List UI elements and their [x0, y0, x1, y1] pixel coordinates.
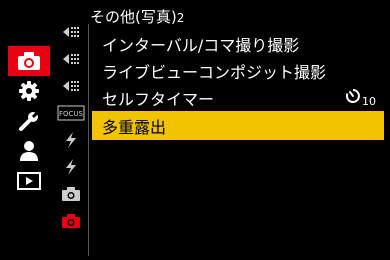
tab-my-menu[interactable] [8, 136, 50, 166]
photo-style-icon [62, 51, 80, 67]
focus-icon: FOCUS [57, 105, 85, 121]
tab-custom[interactable] [8, 76, 50, 106]
self-timer-value: 10 [345, 88, 376, 108]
sub-tab-other-1[interactable] [54, 180, 88, 207]
sub-tab-3[interactable] [54, 72, 88, 99]
menu-item-label: セルフタイマー [102, 89, 215, 109]
page-number: 2 [176, 11, 185, 25]
sub-tab-2[interactable] [54, 45, 88, 72]
tab-photo[interactable] [8, 46, 50, 76]
column-divider [88, 24, 89, 256]
flash-icon [64, 131, 78, 149]
self-timer-seconds: 10 [362, 94, 376, 108]
main-category-tabs [8, 46, 50, 196]
menu-item-multiple-exposure[interactable]: 多重露出 [92, 111, 384, 140]
camera-menu-screen: その他(写真)2 FOCUS インターバル/コマ撮り撮影 ライブビューコンポジッ… [0, 0, 390, 260]
sub-tab-1[interactable] [54, 18, 88, 45]
focus-icon-label: FOCUS [59, 110, 84, 118]
sub-tab-other-2[interactable] [54, 207, 88, 234]
camera-small-icon [61, 213, 81, 229]
flash-icon [64, 158, 78, 176]
sub-tab-flash-1[interactable] [54, 126, 88, 153]
menu-item-live-view-composite[interactable]: ライブビューコンポジット撮影 [92, 57, 384, 84]
page-title: その他(写真)2 [90, 6, 184, 27]
menu-item-label: 多重露出 [102, 117, 167, 137]
tab-playback[interactable] [8, 166, 50, 196]
camera-icon [16, 51, 42, 71]
menu-item-self-timer[interactable]: セルフタイマー 10 [92, 84, 384, 111]
sub-tab-flash-2[interactable] [54, 153, 88, 180]
menu-item-label: インターバル/コマ撮り撮影 [102, 35, 300, 55]
tab-setup[interactable] [8, 106, 50, 136]
gear-icon [18, 80, 40, 102]
wrench-icon [18, 110, 40, 132]
menu-list: インターバル/コマ撮り撮影 ライブビューコンポジット撮影 セルフタイマー 10 … [92, 30, 384, 140]
self-timer-icon [345, 88, 361, 108]
menu-item-interval-shooting[interactable]: インターバル/コマ撮り撮影 [92, 30, 384, 57]
sub-page-tabs: FOCUS [54, 18, 88, 234]
photo-style-icon [62, 78, 80, 94]
sub-tab-focus[interactable]: FOCUS [54, 99, 88, 126]
person-icon [18, 140, 40, 162]
photo-style-icon [62, 24, 80, 40]
menu-item-label: ライブビューコンポジット撮影 [102, 62, 327, 82]
play-icon [17, 172, 41, 190]
page-title-text: その他(写真) [90, 8, 177, 26]
camera-small-icon [61, 186, 81, 202]
